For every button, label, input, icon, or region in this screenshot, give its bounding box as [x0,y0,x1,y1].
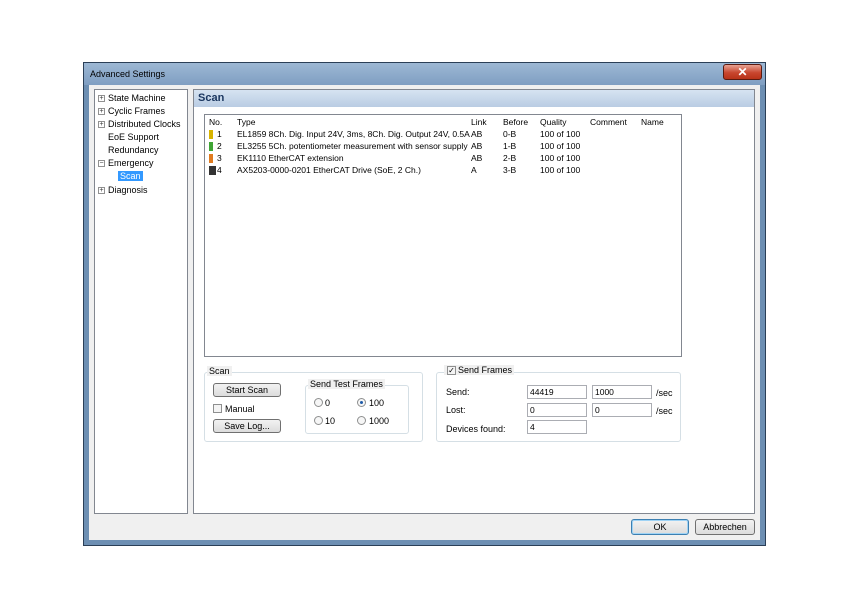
tree-item-emergency[interactable]: Emergency [108,158,154,168]
table-cell-type[interactable]: AX5203-0000-0201 EtherCAT Drive (SoE, 2 … [237,165,421,175]
col-header-type[interactable]: Type [237,117,255,127]
radio-frames-1000-label: 1000 [369,416,390,426]
lost-value-field[interactable]: 0 [527,403,587,417]
start-scan-button[interactable]: Start Scan [213,383,281,397]
tree-expand-icon[interactable]: + [98,108,105,115]
send-frames-checkbox[interactable]: ✓ [447,366,456,375]
title-bar[interactable] [84,63,765,85]
terminal-green-icon [209,142,213,151]
table-cell-before[interactable]: 1-B [503,141,516,151]
send-test-frames-group [305,385,409,434]
panel-header: Scan [194,90,754,107]
radio-frames-100[interactable] [357,398,366,407]
table-cell-no[interactable]: 2 [217,141,222,151]
radio-frames-10[interactable] [314,416,323,425]
terminal-yellow-icon [209,130,213,139]
col-header-link[interactable]: Link [471,117,487,127]
table-cell-link[interactable]: AB [471,141,482,151]
col-header-quality[interactable]: Quality [540,117,566,127]
radio-frames-100-label: 100 [369,398,385,408]
send-unit: /sec [656,388,673,398]
table-cell-before[interactable]: 0-B [503,129,516,139]
devices-found-label: Devices found: [446,424,506,434]
table-cell-no[interactable]: 1 [217,129,222,139]
lost-label: Lost: [446,405,466,415]
tree-expand-icon[interactable]: − [98,160,105,167]
col-header-no[interactable]: No. [209,117,222,127]
cancel-button[interactable]: Abbrechen [695,519,755,535]
radio-frames-0[interactable] [314,398,323,407]
save-log-button[interactable]: Save Log... [213,419,281,433]
col-header-comment[interactable]: Comment [590,117,627,127]
scan-group-label: Scan [207,366,232,376]
tree-item-redundancy[interactable]: Redundancy [108,145,159,155]
table-cell-link[interactable]: AB [471,153,482,163]
send-label: Send: [446,387,470,397]
manual-label: Manual [225,404,255,414]
table-cell-type[interactable]: EL1859 8Ch. Dig. Input 24V, 3ms, 8Ch. Di… [237,129,470,139]
ok-button[interactable]: OK [631,519,689,535]
panel-title: Scan [198,92,225,104]
devices-found-field[interactable]: 4 [527,420,587,434]
lost-unit: /sec [656,406,673,416]
table-cell-before[interactable]: 2-B [503,153,516,163]
window-title: Advanced Settings [90,69,166,79]
send-test-frames-label: Send Test Frames [308,379,385,389]
close-button[interactable]: ✕ [723,64,762,80]
close-icon: ✕ [737,65,748,79]
tree-expand-icon[interactable]: + [98,187,105,194]
terminal-orange-icon [209,154,213,163]
tree-item-diagnosis[interactable]: Diagnosis [108,185,148,195]
table-cell-quality[interactable]: 100 of 100 [540,141,580,151]
table-cell-no[interactable]: 4 [217,165,222,175]
tree-item-cyclic-frames[interactable]: Cyclic Frames [108,106,165,116]
tree-item-distributed-clocks[interactable]: Distributed Clocks [108,119,181,129]
col-header-before[interactable]: Before [503,117,528,127]
radio-frames-0-label: 0 [325,398,331,408]
col-header-name[interactable]: Name [641,117,664,127]
table-cell-type[interactable]: EL3255 5Ch. potentiometer measurement wi… [237,141,468,151]
table-cell-type[interactable]: EK1110 EtherCAT extension [237,153,344,163]
table-cell-quality[interactable]: 100 of 100 [540,153,580,163]
radio-frames-10-label: 10 [325,416,336,426]
manual-checkbox[interactable] [213,404,222,413]
tree-item-eoe-support[interactable]: EoE Support [108,132,159,142]
tree-expand-icon[interactable]: + [98,95,105,102]
radio-frames-1000[interactable] [357,416,366,425]
send-rate-field[interactable]: 1000 [592,385,652,399]
table-cell-link[interactable]: A [471,165,477,175]
table-cell-quality[interactable]: 100 of 100 [540,129,580,139]
table-cell-link[interactable]: AB [471,129,482,139]
drive-icon [209,166,216,175]
checkmark-icon: ✓ [448,366,455,375]
lost-rate-field[interactable]: 0 [592,403,652,417]
send-value-field[interactable]: 44419 [527,385,587,399]
table-cell-before[interactable]: 3-B [503,165,516,175]
table-cell-no[interactable]: 3 [217,153,222,163]
tree-item-state-machine[interactable]: State Machine [108,93,166,103]
tree-expand-icon[interactable]: + [98,121,105,128]
tree-item-scan[interactable]: Scan [118,171,143,181]
table-cell-quality[interactable]: 100 of 100 [540,165,580,175]
